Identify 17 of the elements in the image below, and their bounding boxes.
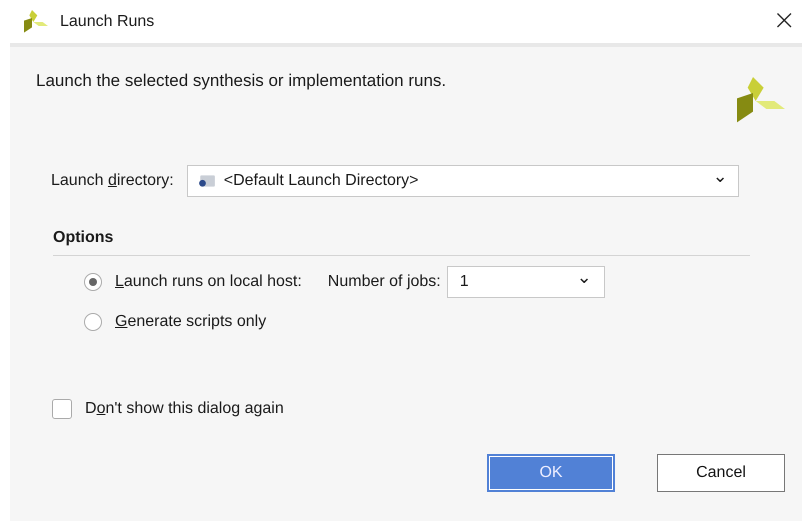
field-label: Number of jobs: <box>328 273 441 291</box>
checkbox-label: Don't show this dialog again <box>85 400 284 418</box>
window-title: Launch Runs <box>60 12 154 30</box>
launch-directory-dropdown[interactable]: <Default Launch Directory> ⌄ <box>186 165 739 197</box>
cancel-button[interactable]: Cancel <box>657 454 785 492</box>
radio-label: Generate scripts only <box>115 313 266 331</box>
section-heading: Options <box>53 229 114 247</box>
description-text: Launch the selected synthesis or implementation runs. <box>36 71 446 91</box>
radio-button[interactable] <box>84 273 102 291</box>
checkbox[interactable] <box>52 399 72 419</box>
radio-button[interactable] <box>84 313 102 331</box>
close-button[interactable]: × <box>766 3 802 40</box>
field-label: Launch directory: <box>51 172 174 190</box>
jobs-dropdown[interactable]: 1 ⌄ <box>446 266 605 298</box>
logo-icon <box>22 10 50 34</box>
radio-label: Launch runs on local host: <box>115 273 302 291</box>
folder-icon <box>198 174 216 188</box>
